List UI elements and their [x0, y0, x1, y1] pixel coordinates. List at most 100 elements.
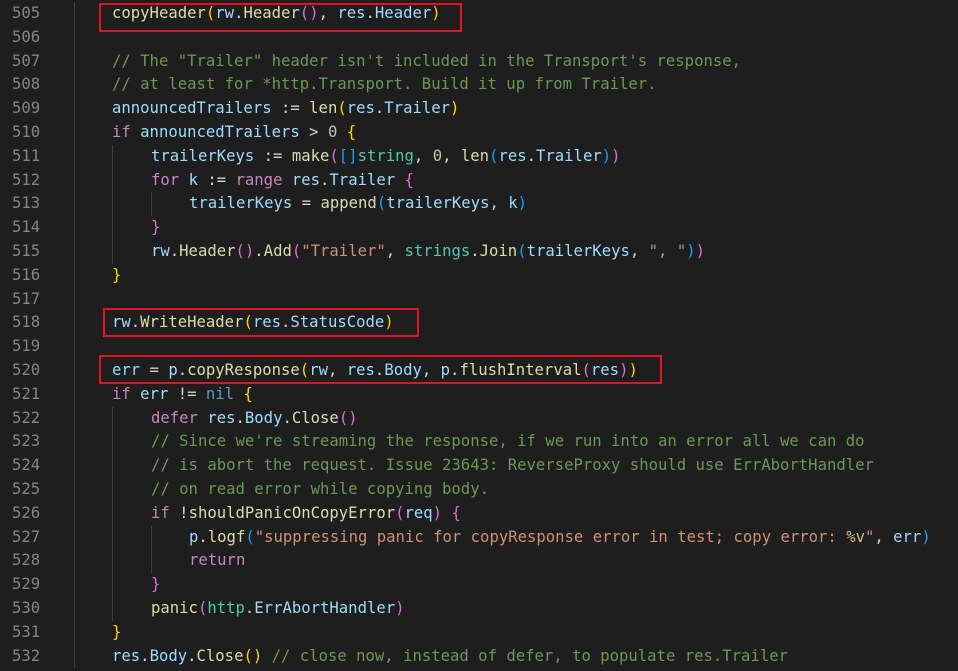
code-line[interactable]: 528 return	[0, 549, 958, 574]
code-token: !=	[168, 384, 206, 403]
code-line[interactable]: 511 trailerKeys := make([]string, 0, len(…	[0, 144, 958, 169]
code-token: announcedTrailers	[112, 99, 272, 118]
code-line[interactable]: 523 // Since we're streaming the response…	[0, 430, 958, 455]
indent-guide	[151, 192, 152, 217]
code-token: 0	[327, 122, 338, 141]
code-text: res.Body.Close() // close now, instead o…	[112, 645, 788, 669]
code-line[interactable]: 508 // at least for *http.Transport. Buil…	[0, 73, 958, 98]
highlight-box	[99, 3, 462, 32]
code-line[interactable]: 509 announcedTrailers := len(res.Trailer)	[0, 97, 958, 121]
code-text: if !shouldPanicOnCopyError(req) {	[151, 502, 461, 526]
code-line[interactable]: 531}	[0, 620, 958, 645]
code-token: ", "	[648, 241, 687, 260]
code-text: panic(http.ErrAbortHandler)	[151, 597, 405, 621]
code-token: )	[244, 241, 255, 260]
code-token: :=	[197, 170, 236, 189]
code-token: .	[320, 170, 330, 189]
code-line[interactable]: 529}	[0, 573, 958, 597]
code-token: rw	[151, 241, 170, 260]
code-token: Header	[179, 241, 236, 260]
code-token: .	[235, 408, 245, 427]
code-token: ,	[385, 241, 405, 260]
code-token: (	[291, 241, 302, 260]
code-token: Close	[291, 408, 339, 427]
line-number: 510	[12, 122, 41, 141]
code-text: return	[189, 549, 245, 573]
code-token: shouldPanicOnCopyError	[188, 503, 396, 522]
code-line[interactable]: 515 rw.Header().Add("Trailer", strings.Jo…	[0, 239, 958, 264]
code-line[interactable]: 530 panic(http.ErrAbortHandler)	[0, 596, 958, 621]
indent-guide	[74, 168, 75, 193]
code-token: .	[140, 646, 150, 665]
line-number: 513	[12, 194, 41, 213]
code-line[interactable]: 522 defer res.Body.Close()	[0, 406, 958, 431]
line-number: 516	[12, 265, 41, 284]
line-number: 528	[12, 551, 41, 570]
code-token: Trailer	[329, 170, 396, 189]
code-token: Trailer	[536, 146, 602, 165]
code-token: Join	[479, 241, 518, 260]
indent-guide	[112, 430, 113, 455]
line-number: 509	[12, 99, 41, 118]
code-token: ,	[442, 146, 461, 165]
indent-guide	[112, 525, 113, 550]
code-token: k	[508, 194, 518, 213]
line-number: 521	[12, 384, 41, 403]
code-token: {	[451, 503, 461, 522]
code-line[interactable]: 516}	[0, 263, 958, 288]
indent-guide	[74, 287, 75, 312]
code-line[interactable]: 510 if announcedTrailers > 0 {	[0, 120, 958, 145]
code-token: string	[357, 146, 414, 165]
code-token: // The "Trailer" header isn't included i…	[112, 51, 742, 70]
code-token: // close now, instead of defer, to popul…	[271, 646, 788, 665]
code-token: )	[921, 527, 931, 546]
code-line[interactable]: 526 if !shouldPanicOnCopyError(req) {	[0, 501, 958, 526]
code-line[interactable]: 521 if err != nil {	[0, 382, 958, 407]
code-text: trailerKeys := make([]string, 0, len(res…	[151, 145, 621, 169]
code-line[interactable]: 514}	[0, 216, 958, 240]
code-text: // on read error while copying body.	[151, 478, 489, 502]
code-token: .	[526, 146, 536, 165]
code-line[interactable]: 507 // The "Trailer" header isn't include…	[0, 49, 958, 74]
indent-guide	[74, 335, 75, 359]
indent-guide	[112, 406, 113, 431]
code-token: }	[112, 265, 122, 284]
indent-guide	[74, 239, 75, 264]
code-token: err	[140, 384, 169, 403]
code-text: }	[151, 216, 160, 240]
code-token: }	[112, 622, 122, 641]
indent-guide	[112, 168, 113, 193]
line-number: 532	[12, 646, 41, 665]
code-token: err	[893, 527, 922, 546]
indent-guide	[74, 49, 75, 74]
code-token: res	[207, 408, 236, 427]
code-line[interactable]: 524 // is abort the request. Issue 23643:…	[0, 454, 958, 478]
indent-guide	[112, 477, 113, 502]
line-number: 505	[12, 4, 41, 22]
code-text: for k := range res.Trailer {	[151, 169, 414, 193]
code-line[interactable]: 532 res.Body.Close() // close now, instea…	[0, 644, 958, 669]
code-token: %v	[846, 527, 865, 546]
line-number: 526	[12, 503, 41, 522]
code-token: .	[374, 99, 385, 118]
code-line[interactable]: 525 // on read error while copying body.	[0, 477, 958, 502]
code-line[interactable]: 512 for k := range res.Trailer {	[0, 168, 958, 193]
code-token: )	[686, 241, 696, 260]
code-token: trailerKeys	[189, 194, 293, 213]
code-text: // is abort the request. Issue 23643: Re…	[151, 454, 874, 478]
code-token: (	[235, 241, 245, 260]
code-token: :=	[271, 99, 310, 118]
code-token: 0	[432, 146, 443, 165]
code-token: trailerKeys	[386, 194, 490, 213]
indent-guide	[112, 216, 113, 240]
code-token: if	[112, 384, 131, 403]
code-text: }	[151, 573, 160, 597]
code-line[interactable]: 527 p.logf("suppressing panic for copyRes…	[0, 525, 958, 550]
indent-guide	[74, 358, 75, 383]
indent-guide	[112, 239, 113, 264]
code-token: )	[695, 241, 705, 260]
code-line[interactable]: 513 trailerKeys = append(trailerKeys, k)	[0, 192, 958, 217]
code-token: (	[245, 527, 255, 546]
indent-guide	[74, 430, 75, 455]
